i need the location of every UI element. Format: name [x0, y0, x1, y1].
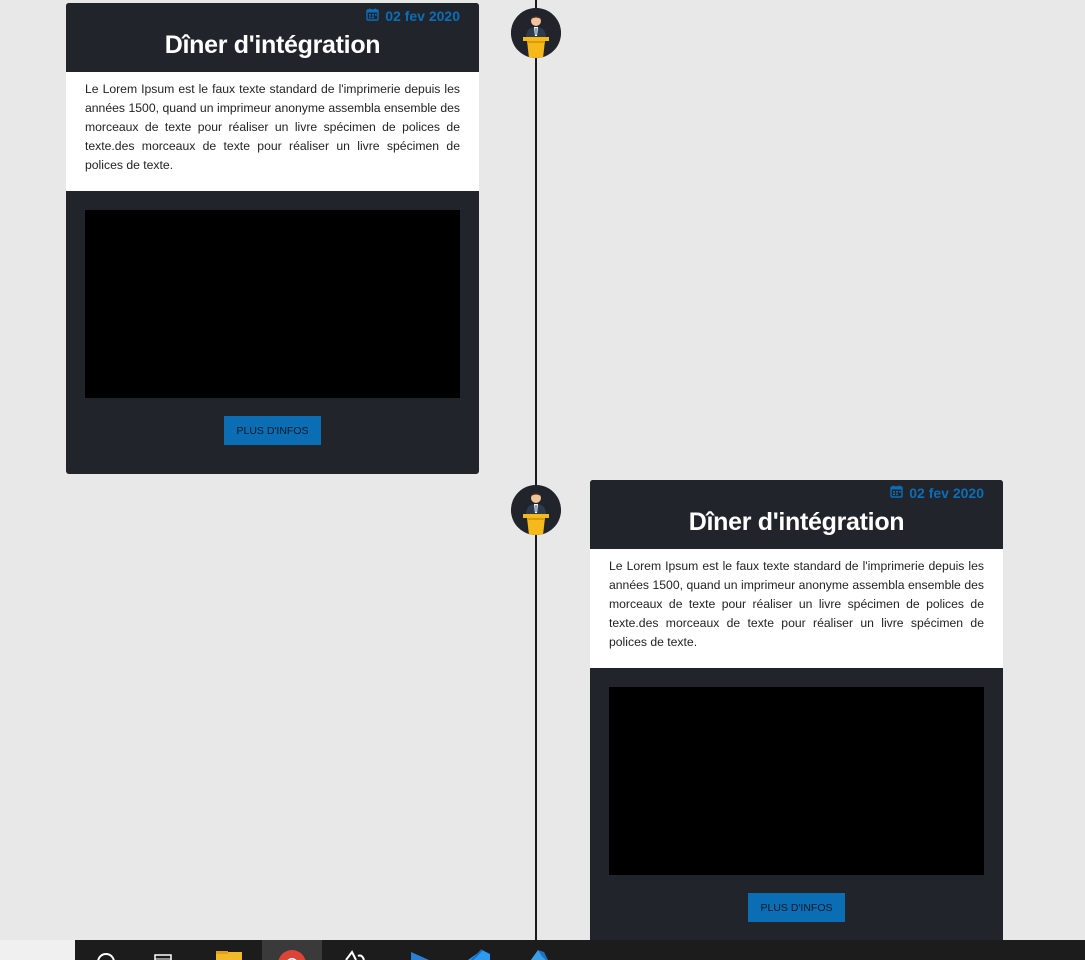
card-media — [66, 191, 479, 398]
date-text: 02 fev 2020 — [385, 8, 460, 24]
video-embed[interactable] — [85, 210, 460, 398]
card-date: 02 fev 2020 — [890, 485, 984, 501]
taskbar — [0, 940, 1085, 960]
file-explorer-icon[interactable] — [204, 940, 254, 960]
timeline-line — [535, 0, 537, 940]
speaker-at-podium-icon — [511, 485, 561, 535]
task-view-icon[interactable] — [138, 940, 188, 960]
timeline-page: 02 fev 2020 Dîner d'intégration Le Lorem… — [0, 0, 1085, 940]
video-embed[interactable] — [609, 687, 984, 875]
timeline-card: 02 fev 2020 Dîner d'intégration Le Lorem… — [590, 480, 1003, 940]
timeline-card: 02 fev 2020 Dîner d'intégration Le Lorem… — [66, 3, 479, 474]
card-title: Dîner d'intégration — [688, 508, 905, 536]
card-header: 02 fev 2020 Dîner d'intégration — [66, 3, 479, 72]
start-area[interactable] — [0, 940, 75, 960]
card-footer: PLUS D'INFOS — [66, 398, 479, 474]
calendar-icon — [890, 485, 903, 501]
card-date: 02 fev 2020 — [366, 8, 460, 24]
more-info-button[interactable]: PLUS D'INFOS — [224, 416, 321, 445]
search-icon[interactable] — [82, 940, 132, 960]
chrome-icon[interactable] — [262, 940, 322, 960]
card-description: Le Lorem Ipsum est le faux texte standar… — [66, 72, 479, 191]
card-title: Dîner d'intégration — [164, 31, 381, 59]
card-description: Le Lorem Ipsum est le faux texte standar… — [590, 549, 1003, 668]
app-icon[interactable] — [328, 940, 378, 960]
azure-icon[interactable] — [514, 940, 564, 960]
vscode-icon[interactable] — [452, 940, 502, 960]
calendar-icon — [366, 8, 379, 24]
card-media — [590, 668, 1003, 875]
date-text: 02 fev 2020 — [909, 485, 984, 501]
card-header: 02 fev 2020 Dîner d'intégration — [590, 480, 1003, 549]
more-info-button[interactable]: PLUS D'INFOS — [748, 893, 845, 922]
media-player-icon[interactable] — [395, 940, 445, 960]
card-footer: PLUS D'INFOS — [590, 875, 1003, 940]
speaker-at-podium-icon — [511, 8, 561, 58]
